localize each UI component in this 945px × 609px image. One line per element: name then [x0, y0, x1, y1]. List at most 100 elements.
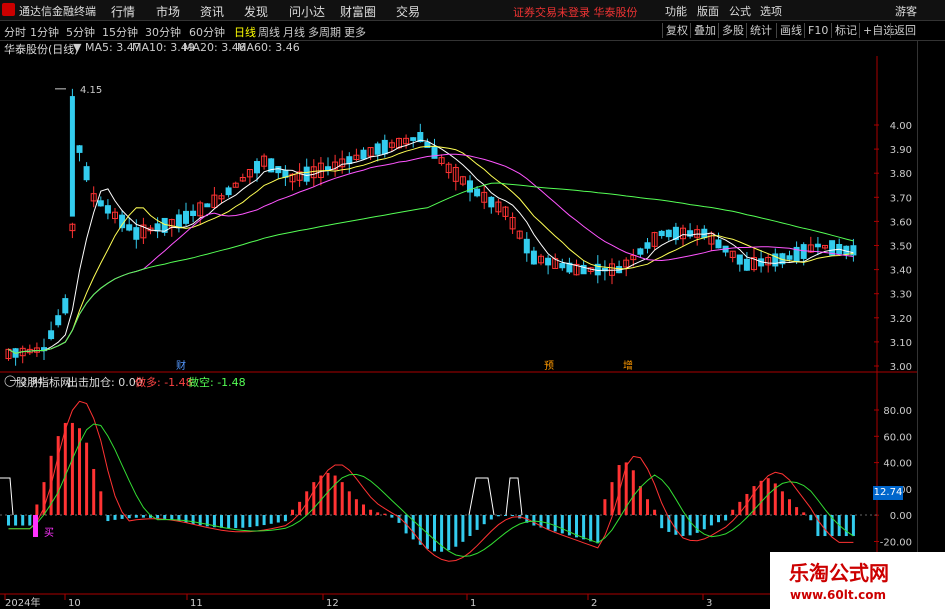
indicator-bar — [376, 512, 380, 515]
buy-marker-bar — [33, 515, 38, 537]
candle-body — [346, 156, 353, 165]
indicator-bar — [283, 515, 287, 522]
indicator-bar — [809, 515, 813, 521]
indicator-bar — [433, 515, 436, 552]
indicator-bar — [638, 486, 642, 515]
indicator-bar — [496, 515, 500, 517]
indicator-bar — [262, 515, 266, 526]
indicator-bar — [312, 482, 316, 515]
indicator-bar — [411, 515, 415, 540]
candle-body — [190, 210, 197, 217]
indicator-axis-label: -20.00 — [880, 538, 912, 549]
indicator-line-green — [8, 423, 854, 557]
indicator-bar — [724, 515, 728, 521]
indicator-bar — [660, 515, 664, 529]
indicator-bar — [788, 499, 791, 515]
price-axis-label: 3.40 — [890, 266, 912, 277]
price-axis-label: 3.60 — [890, 217, 912, 228]
right-panel — [917, 41, 945, 609]
watermark-title: 乐淘公式网 — [789, 561, 889, 585]
candle-body — [814, 243, 821, 248]
value-badge: 12.74 — [873, 486, 903, 500]
indicator-bar — [99, 491, 103, 515]
indicator-bar — [369, 509, 373, 515]
indicator-bar — [475, 515, 479, 530]
candle-body — [786, 255, 793, 260]
indicator-bar — [56, 436, 60, 515]
indicator-bar — [759, 480, 763, 515]
indicator-bar — [184, 515, 188, 523]
candle-body — [665, 229, 672, 238]
candle-body — [225, 187, 232, 196]
indicator-bar — [851, 515, 855, 537]
candle-body — [474, 188, 481, 197]
date-axis-label: 11 — [190, 598, 203, 609]
candle-body — [204, 203, 211, 208]
indicator-bar — [92, 468, 96, 515]
indicator-bar — [141, 515, 145, 518]
buy-marker-label: 买 — [44, 527, 54, 539]
indicator-line1: 出击加仓: 0.00 — [67, 376, 143, 389]
indicator-bar — [802, 512, 806, 515]
indicator-bar — [780, 491, 784, 515]
candle-body — [62, 298, 69, 314]
indicator-bar — [198, 515, 202, 526]
indicator-bar — [340, 482, 344, 515]
indicator-bar — [674, 515, 678, 535]
price-axis-label: 3.50 — [890, 242, 912, 253]
indicator-bar — [70, 422, 74, 515]
candle-body — [133, 227, 140, 240]
indicator-bar — [276, 515, 280, 523]
candle-body — [104, 205, 111, 214]
candle-body — [183, 210, 189, 224]
indicator-bar — [269, 515, 273, 524]
high-mark-label: 4.15 — [80, 85, 102, 96]
spike-body — [69, 96, 75, 217]
indicator-bar — [731, 509, 735, 515]
kline-chart[interactable]: 4.00 3.90 3.80 3.70 3.60 3.50 3.40 3.30 3.20 3.10… — [0, 0, 917, 609]
indicator-bar — [156, 515, 160, 519]
indicator-bar — [227, 515, 231, 529]
event-marker: 预 — [544, 360, 554, 372]
indicator-bar — [14, 515, 18, 526]
indicator-bar — [85, 442, 89, 515]
event-marker: 增 — [623, 359, 633, 372]
price-axis-label: 3.00 — [890, 362, 912, 373]
indicator-bar — [333, 475, 337, 515]
indicator-bar — [241, 515, 245, 528]
indicator-bar — [28, 515, 32, 526]
candle-body — [154, 223, 161, 232]
indicator-bar — [362, 504, 365, 515]
candle-body — [743, 258, 750, 271]
price-axis-label: 3.30 — [890, 290, 912, 301]
indicator-bar — [383, 513, 387, 515]
indicator-bar — [354, 499, 358, 515]
candle-body — [559, 262, 566, 269]
candle-body — [275, 166, 282, 174]
date-axis-label: 1 — [470, 598, 476, 609]
indicator-bar — [582, 515, 586, 540]
indicator-name: 股朋指标网 — [16, 376, 71, 389]
indicator-bar — [610, 482, 614, 515]
candle-body — [175, 214, 182, 229]
indicator-bar — [35, 504, 39, 515]
indicator-bar — [631, 470, 635, 515]
indicator-axis-label: 80.00 — [883, 406, 912, 417]
date-axis-label: 12 — [326, 598, 339, 609]
indicator-bar — [688, 515, 692, 536]
indicator-bar — [795, 507, 799, 515]
indicator-bar — [546, 515, 550, 530]
candle-body — [254, 161, 260, 174]
candle-body — [431, 146, 438, 159]
candle-body — [715, 239, 722, 249]
indicator-bar — [844, 515, 848, 537]
indicator-axis-label: 40.00 — [883, 459, 912, 470]
date-axis-label: 2024年 — [5, 596, 40, 609]
indicator-bar — [163, 515, 167, 520]
indicator-icon: ◯ — [4, 374, 17, 387]
indicator-bar — [113, 515, 117, 520]
date-axis-label: 10 — [68, 598, 81, 609]
indicator-bar — [7, 515, 10, 526]
indicator-bar — [63, 422, 67, 515]
candle-body — [381, 139, 388, 155]
